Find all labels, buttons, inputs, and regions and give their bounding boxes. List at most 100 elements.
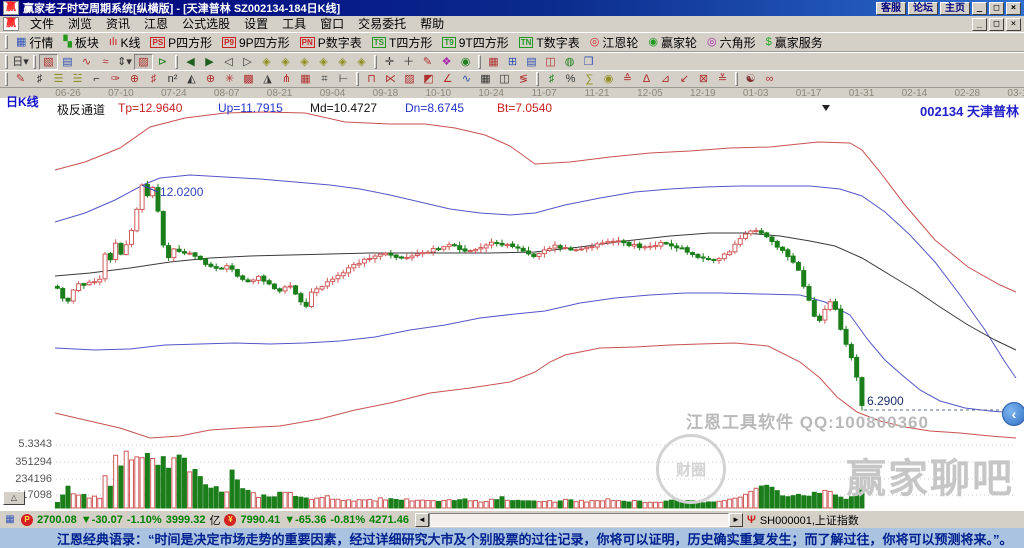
- draw-tool-icon-26[interactable]: ◫: [495, 71, 514, 87]
- draw-tool-icon-1[interactable]: ♯: [30, 71, 49, 87]
- period-tool-icon-21[interactable]: ✛: [380, 54, 399, 70]
- period-tool-icon-16[interactable]: ◈: [295, 54, 314, 70]
- toolbar-item-7[interactable]: T99T四方形: [437, 33, 513, 51]
- draw-tool-icon-37[interactable]: ⊠: [694, 71, 713, 87]
- toolbar-item-10[interactable]: ◉赢家轮: [643, 33, 702, 51]
- menu-item-4[interactable]: 公式选股: [175, 17, 237, 31]
- period-tool-icon-6[interactable]: ⇕▾: [115, 54, 134, 70]
- period-tool-icon-27[interactable]: ▦: [484, 54, 503, 70]
- period-tool-icon-24[interactable]: ❖: [437, 54, 456, 70]
- period-tool-icon-30[interactable]: ◫: [541, 54, 560, 70]
- period-tool-icon-32[interactable]: ❒: [579, 54, 598, 70]
- draw-tool-icon-29[interactable]: ♯: [542, 71, 561, 87]
- period-tool-icon-4[interactable]: ∿: [77, 54, 96, 70]
- toolbar-item-12[interactable]: $赢家服务: [761, 33, 828, 51]
- draw-tool-icon-0[interactable]: ✎: [11, 71, 30, 87]
- toolbar-handle[interactable]: [5, 72, 8, 86]
- scroll-right-button[interactable]: ►: [729, 513, 743, 527]
- restore-button[interactable]: □: [989, 2, 1004, 15]
- toolbar-item-2[interactable]: ılıK线: [104, 33, 146, 51]
- period-tool-icon-28[interactable]: ⊞: [503, 54, 522, 70]
- period-tool-icon-10[interactable]: ◀: [181, 54, 200, 70]
- draw-tool-icon-17[interactable]: ⊢: [334, 71, 353, 87]
- draw-tool-icon-20[interactable]: ⋉: [381, 71, 400, 87]
- keyboard-wizard-icon[interactable]: ▦: [3, 514, 17, 526]
- toolbar-item-0[interactable]: ▦行情: [11, 33, 58, 51]
- draw-tool-icon-12[interactable]: ▩: [239, 71, 258, 87]
- toolbar-item-9[interactable]: ◎江恩轮: [585, 33, 644, 51]
- close-button[interactable]: ×: [1006, 2, 1021, 15]
- volume-expand-button[interactable]: △: [3, 491, 25, 505]
- period-tool-icon-17[interactable]: ◈: [314, 54, 333, 70]
- service-button[interactable]: 客服: [876, 2, 906, 15]
- draw-tool-icon-27[interactable]: ≶: [514, 71, 533, 87]
- period-tool-icon-11[interactable]: ▶: [200, 54, 219, 70]
- menu-item-8[interactable]: 交易委托: [351, 17, 413, 31]
- period-tool-icon-25[interactable]: ◉: [456, 54, 475, 70]
- period-tool-icon-23[interactable]: ✎: [418, 54, 437, 70]
- draw-tool-icon-22[interactable]: ◩: [419, 71, 438, 87]
- draw-tool-icon-35[interactable]: ⊿: [656, 71, 675, 87]
- draw-tool-icon-24[interactable]: ∿: [457, 71, 476, 87]
- draw-tool-icon-38[interactable]: ≚: [713, 71, 732, 87]
- draw-tool-icon-11[interactable]: ✳: [220, 71, 239, 87]
- period-tool-icon-22[interactable]: ＋: [399, 54, 418, 70]
- menu-item-2[interactable]: 资讯: [99, 17, 137, 31]
- draw-tool-icon-21[interactable]: ▨: [400, 71, 419, 87]
- home-button[interactable]: 主页: [940, 2, 970, 15]
- menu-item-0[interactable]: 文件: [23, 17, 61, 31]
- draw-tool-icon-34[interactable]: ∆: [637, 71, 656, 87]
- menu-item-7[interactable]: 窗口: [313, 17, 351, 31]
- period-tool-icon-2[interactable]: ▧: [39, 54, 58, 70]
- child-minimize-button[interactable]: _: [972, 18, 987, 31]
- menu-item-1[interactable]: 浏览: [61, 17, 99, 31]
- menu-item-5[interactable]: 设置: [237, 17, 275, 31]
- period-tool-icon-0[interactable]: 日▾: [11, 54, 30, 70]
- period-tool-icon-12[interactable]: ◁: [219, 54, 238, 70]
- draw-tool-icon-10[interactable]: ⊕: [201, 71, 220, 87]
- period-tool-icon-13[interactable]: ▷: [238, 54, 257, 70]
- toolbar-item-8[interactable]: TNT数字表: [514, 33, 585, 51]
- draw-tool-icon-7[interactable]: ♯: [144, 71, 163, 87]
- forum-button[interactable]: 论坛: [908, 2, 938, 15]
- draw-tool-icon-8[interactable]: n²: [163, 71, 182, 87]
- draw-tool-icon-33[interactable]: ≙: [618, 71, 637, 87]
- period-tool-icon-29[interactable]: ▤: [522, 54, 541, 70]
- period-tool-icon-8[interactable]: ⊳: [153, 54, 172, 70]
- period-tool-icon-14[interactable]: ◈: [257, 54, 276, 70]
- child-restore-button[interactable]: □: [989, 18, 1004, 31]
- draw-tool-icon-31[interactable]: ∑: [580, 71, 599, 87]
- draw-tool-icon-4[interactable]: ⌐: [87, 71, 106, 87]
- period-tool-icon-5[interactable]: ≈: [96, 54, 115, 70]
- draw-tool-icon-41[interactable]: ∞: [760, 71, 779, 87]
- period-tool-icon-19[interactable]: ◈: [352, 54, 371, 70]
- toolbar-item-11[interactable]: ◎六角形: [702, 33, 761, 51]
- period-tool-icon-15[interactable]: ◈: [276, 54, 295, 70]
- minimize-button[interactable]: _: [972, 2, 987, 15]
- draw-tool-icon-30[interactable]: %: [561, 71, 580, 87]
- draw-tool-icon-9[interactable]: ◭: [182, 71, 201, 87]
- period-tool-icon-3[interactable]: ▤: [58, 54, 77, 70]
- draw-tool-icon-40[interactable]: ☯: [741, 71, 760, 87]
- draw-tool-icon-15[interactable]: ▦: [296, 71, 315, 87]
- draw-tool-icon-16[interactable]: ⌗: [315, 71, 334, 87]
- period-tool-icon-31[interactable]: ◍: [560, 54, 579, 70]
- menu-item-3[interactable]: 江恩: [137, 17, 175, 31]
- period-tool-icon-18[interactable]: ◈: [333, 54, 352, 70]
- toolbar-handle[interactable]: [5, 55, 8, 69]
- expand-panel-button[interactable]: ‹: [1002, 402, 1024, 426]
- draw-tool-icon-6[interactable]: ⊕: [125, 71, 144, 87]
- toolbar-item-1[interactable]: ▚板块: [58, 33, 103, 51]
- toolbar-item-3[interactable]: PSP四方形: [145, 33, 217, 51]
- toolbar-handle[interactable]: [5, 35, 8, 49]
- scroll-left-button[interactable]: ◄: [415, 513, 429, 527]
- toolbar-item-5[interactable]: PNP数字表: [295, 33, 367, 51]
- draw-tool-icon-3[interactable]: ☱: [68, 71, 87, 87]
- draw-tool-icon-2[interactable]: ☰: [49, 71, 68, 87]
- draw-tool-icon-25[interactable]: ▦: [476, 71, 495, 87]
- period-tool-icon-7[interactable]: ▨: [134, 54, 153, 70]
- draw-tool-icon-23[interactable]: ∠: [438, 71, 457, 87]
- draw-tool-icon-14[interactable]: ⋔: [277, 71, 296, 87]
- chart-scrollbar[interactable]: [429, 513, 729, 527]
- child-close-button[interactable]: ×: [1006, 18, 1021, 31]
